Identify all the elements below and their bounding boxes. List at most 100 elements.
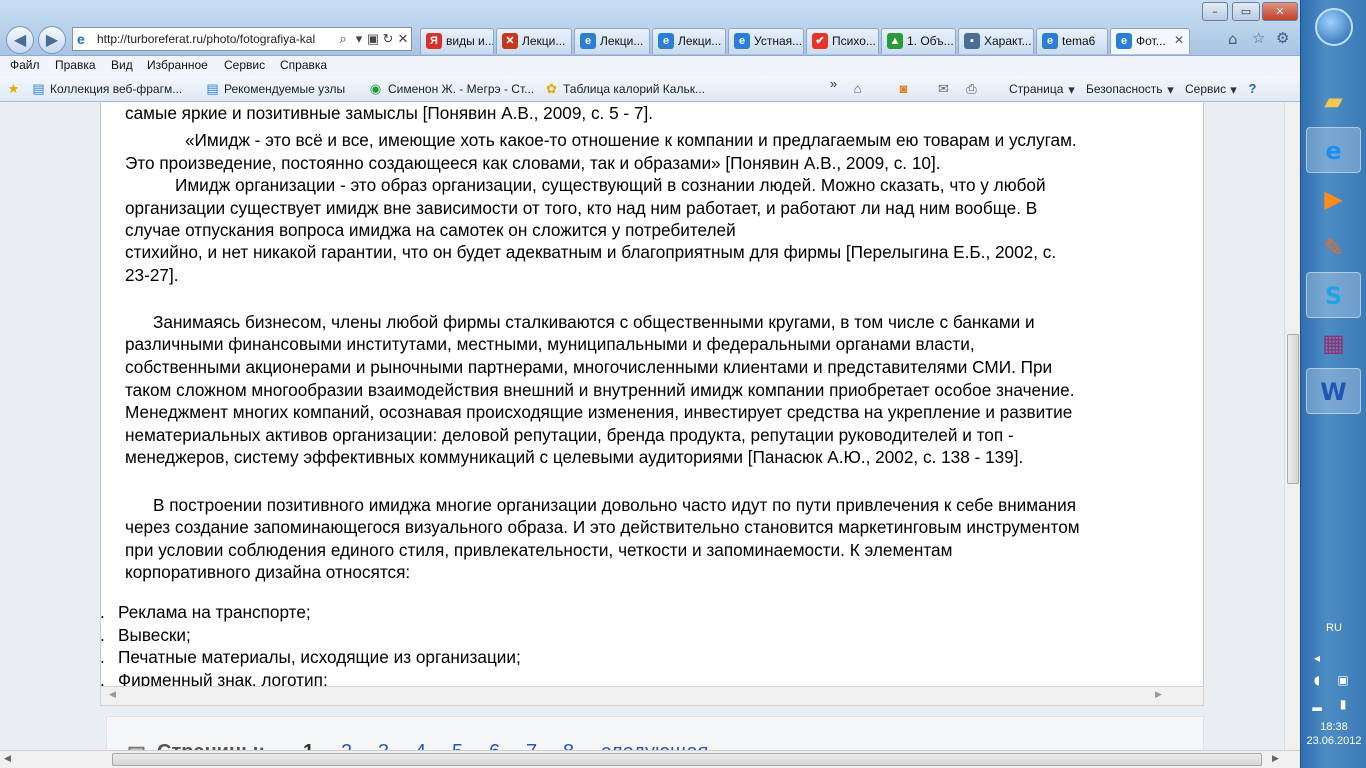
start-orb-icon[interactable] — [1315, 8, 1353, 46]
doc-para3-line-4: таком сложном многообразии взаимодействи… — [125, 380, 1075, 400]
tab-label: Психо... — [832, 34, 876, 48]
maximize-button[interactable]: ▭ — [1232, 2, 1260, 21]
command-tools[interactable]: Сервис — [1185, 82, 1226, 96]
stop-icon[interactable]: ✕ — [395, 30, 411, 48]
chevron-down-icon: ▾ — [1167, 82, 1174, 97]
winrar-icon[interactable]: ▦ — [1306, 320, 1361, 366]
refresh-icon[interactable]: ↻ — [380, 30, 396, 48]
mail-icon[interactable]: ✉ — [936, 81, 951, 96]
device-icon[interactable]: ▣ — [1335, 672, 1351, 688]
home-icon[interactable]: ⌂ — [850, 81, 865, 96]
clock[interactable]: 18:38 23.06.2012 — [1301, 720, 1366, 748]
scroll-left-arrow-icon[interactable]: ◀ — [109, 690, 116, 700]
browser-tab[interactable]: ✕ Лекци... — [496, 28, 572, 54]
compat-view-icon[interactable]: ▣ — [365, 30, 381, 48]
doc-para3-line-3: собственными акционерами и рыночными пар… — [125, 357, 1053, 377]
scrollbar-thumb[interactable] — [112, 753, 1262, 766]
command-security[interactable]: Безопасность — [1086, 82, 1163, 96]
browser-tab[interactable]: e Фот... ✕ — [1110, 28, 1190, 54]
menu-favorites[interactable]: Избранное — [147, 58, 208, 72]
tab-label: tema6 — [1062, 34, 1096, 48]
fav-item-suggested[interactable]: Рекомендуемые узлы — [224, 82, 345, 96]
doc-para3-line-1: Занимаясь бизнесом, члены любой фирмы ст… — [153, 312, 1035, 332]
volume-muted-icon[interactable]: ◖ — [1309, 672, 1325, 688]
calorie-favicon-icon: ✿ — [546, 81, 557, 96]
browser-tab[interactable]: ✔ Психо... — [806, 28, 879, 54]
tab-favicon-icon: ▪ — [964, 33, 980, 49]
language-indicator[interactable]: RU — [1301, 622, 1366, 634]
browser-tab[interactable]: ▪ Характ... — [958, 28, 1034, 54]
list-item: Реклама на транспорте; — [118, 602, 311, 622]
ie-page-icon: e — [77, 31, 85, 47]
page-horizontal-scrollbar[interactable]: ◀ ▶ — [0, 750, 1300, 768]
scroll-left-arrow-icon[interactable]: ◀ — [4, 754, 11, 764]
internet-explorer-icon[interactable]: e — [1306, 127, 1361, 173]
address-url[interactable]: http://turboreferat.ru/photo/fotografiya… — [97, 32, 331, 46]
help-icon[interactable]: ? — [1245, 81, 1260, 96]
fav-item-webslice[interactable]: Коллекция веб-фрагм... — [50, 82, 182, 96]
fav-item-calories[interactable]: Таблица калорий Кальк... — [563, 82, 705, 96]
menu-view[interactable]: Вид — [111, 58, 133, 72]
tab-label: виды и... — [446, 34, 494, 48]
menu-edit[interactable]: Правка — [55, 58, 96, 72]
menu-tools[interactable]: Сервис — [224, 58, 265, 72]
doc-para4-line-1: В построении позитивного имиджа многие о… — [153, 495, 1077, 515]
paint-icon[interactable]: ✎ — [1306, 225, 1361, 271]
doc-para2-line-3: случае отпускания вопроса имиджа на само… — [125, 220, 736, 240]
home-icon[interactable]: ⌂ — [1228, 30, 1238, 48]
tab-favicon-icon: e — [580, 33, 596, 49]
web-slice-icon: ▤ — [32, 81, 45, 96]
list-bullet: . — [100, 602, 105, 622]
tab-label: Лекци... — [678, 34, 722, 48]
document-horizontal-scrollbar[interactable]: ◀ ▶ — [100, 686, 1204, 706]
list-bullet: . — [100, 647, 105, 667]
doc-para4-line-4: корпоративного дизайна относятся: — [125, 562, 411, 582]
media-player-icon[interactable]: ▶ — [1306, 176, 1361, 222]
settings-gear-icon[interactable]: ⚙ — [1276, 29, 1289, 47]
browser-tab[interactable]: e Лекци... — [652, 28, 726, 54]
minimize-button[interactable]: – — [1202, 2, 1228, 21]
close-tab-icon[interactable]: ✕ — [1174, 33, 1184, 47]
back-button[interactable]: ◀ — [6, 26, 34, 54]
suggested-sites-icon: ▤ — [206, 81, 219, 96]
tray-expand-icon[interactable]: ◂ — [1309, 650, 1325, 666]
menu-file[interactable]: Файл — [10, 58, 40, 72]
browser-tab[interactable]: e Лекци... — [574, 28, 650, 54]
menu-bar: Файл Правка Вид Избранное Сервис Справка — [0, 56, 1300, 76]
clock-time: 18:38 — [1320, 721, 1348, 733]
browser-tab[interactable]: ▲ 1. Объ... — [881, 28, 956, 54]
tab-label: Лекци... — [522, 34, 566, 48]
menu-help[interactable]: Справка — [280, 58, 327, 72]
page-vertical-scrollbar[interactable] — [1284, 102, 1300, 750]
network-signal-icon[interactable]: ▂ — [1309, 696, 1325, 712]
forward-button[interactable]: ▶ — [38, 26, 66, 54]
print-icon[interactable]: ⎙ — [964, 81, 979, 96]
scroll-right-arrow-icon[interactable]: ▶ — [1155, 690, 1162, 700]
rss-icon[interactable]: ◙ — [896, 81, 911, 96]
browser-tab[interactable]: e tema6 — [1036, 28, 1108, 54]
close-window-button[interactable]: ✕ — [1262, 2, 1298, 21]
doc-para3-line-6: нематериальных активов организации: дело… — [125, 425, 1014, 445]
list-bullet: . — [100, 670, 105, 686]
more-favorites-icon[interactable]: » — [826, 76, 841, 91]
tab-favicon-icon: ▲ — [887, 33, 903, 49]
browser-tab[interactable]: e Устная... — [728, 28, 804, 54]
fav-item-simenon[interactable]: Сименон Ж. - Мегрэ - Ст... — [388, 82, 534, 96]
explorer-folder-icon[interactable]: ▰ — [1306, 78, 1361, 124]
power-icon[interactable]: ▮ — [1335, 696, 1351, 712]
scrollbar-thumb[interactable] — [1287, 334, 1299, 484]
favorites-star-icon[interactable]: ★ — [6, 81, 21, 96]
favorites-star-icon[interactable]: ☆ — [1252, 29, 1265, 47]
command-page[interactable]: Страница — [1009, 82, 1063, 96]
address-bar[interactable]: e http://turboreferat.ru/photo/fotografi… — [72, 27, 412, 51]
taskbar: ▰ e ▶ ✎ S ▦ W RU ◂ ◖ ▣ ▂ ▮ 18:38 23.06.2… — [1300, 0, 1366, 768]
page-viewport: самые яркие и позитивные замыслы [Поняви… — [0, 102, 1300, 756]
page-favicon-icon: ◉ — [369, 81, 382, 96]
doc-para4-line-2: через создание запоминающегося визуально… — [125, 517, 1080, 537]
skype-icon[interactable]: S — [1306, 272, 1361, 318]
scroll-right-arrow-icon[interactable]: ▶ — [1272, 754, 1279, 764]
search-icon[interactable]: ⌕ — [335, 30, 351, 48]
list-bullet: . — [100, 625, 105, 645]
word-icon[interactable]: W — [1306, 368, 1361, 414]
browser-tab[interactable]: Явиды и... — [420, 28, 494, 54]
